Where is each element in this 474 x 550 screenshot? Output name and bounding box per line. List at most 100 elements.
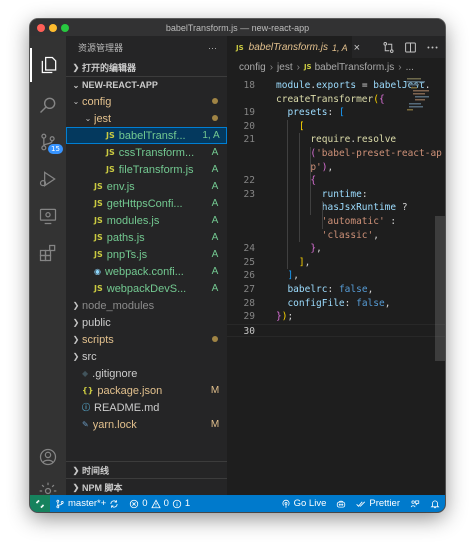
explorer-header: 资源管理器 ··· [66,36,227,59]
tree-file[interactable]: JS modules.js A [66,212,227,229]
code-token: require [310,134,351,146]
tree-folder[interactable]: ❯ node_modules [66,297,227,314]
code-text: 'automatic' : [276,215,396,229]
remote-indicator[interactable] [30,495,50,512]
code-editor[interactable]: 18 module.exports = babelJest. createTrans… [227,76,445,486]
tree-folder[interactable]: ⌄ config [66,93,227,110]
tree-file[interactable]: JS webpackDevS... A [66,280,227,297]
tree-file[interactable]: JS pnpTs.js A [66,246,227,263]
zoom-window-button[interactable] [61,24,69,32]
tree-folder[interactable]: ❯ scripts [66,331,227,348]
source-control-icon[interactable]: 15 [30,125,66,159]
code-line: 29}); [227,310,445,324]
code-token: : [327,284,339,295]
code-text: ], [276,269,298,283]
tab-close-icon[interactable]: × [354,42,360,54]
tree-item-label: babelTransf... [118,129,186,142]
close-window-button[interactable] [37,24,45,32]
line-number: 25 [243,256,255,268]
prettier-indicator[interactable]: Prettier [351,498,405,509]
branch-indicator[interactable]: master*+ [50,498,124,509]
tree-folder[interactable]: ❯ public [66,314,227,331]
code-token: presets [287,107,328,119]
editor-actions [382,36,439,58]
tab-filename: babelTransform.js [248,42,328,53]
breadcrumb-item[interactable]: config [239,62,266,73]
tree-item-label: paths.js [106,231,145,244]
tab-babeltransform[interactable]: JS babelTransform.js 1, A × [227,36,360,58]
js-file-icon: JS [94,250,103,259]
timeline-section[interactable]: ❯ 时间线 [66,461,227,479]
info-icon [172,499,182,508]
tab-status: 1, A [331,42,348,53]
tree-file[interactable]: {} package.json M [66,382,227,399]
npm-scripts-section[interactable]: ❯ NPM 脚本 [66,478,227,496]
search-icon[interactable] [30,88,66,122]
code-token: 'babel-preset-react-ap [316,148,442,159]
code-token: , [373,229,379,241]
code-token: , [384,297,391,309]
breadcrumb-item[interactable]: babelTransform.js [315,62,395,73]
explorer-title: 资源管理器 [78,43,124,53]
extensions-icon[interactable] [30,236,66,270]
tree-file[interactable]: JS fileTransform.js A [66,161,227,178]
split-editor-icon[interactable] [404,41,417,54]
sync-icon[interactable] [109,499,119,509]
tree-item-label: webpackDevS... [106,282,187,295]
code-token: hasJsxRuntime [321,202,397,214]
code-token: createTransformer [276,93,374,105]
yarn-icon: ✎ [82,420,89,429]
code-text: }); [276,310,293,324]
warning-count: 0 [163,498,169,509]
line-number: 18 [243,80,255,91]
vertical-scrollbar[interactable] [435,216,445,361]
tree-file[interactable]: JS getHttpsConfi... A [66,195,227,212]
tree-file[interactable]: JS paths.js A [66,229,227,246]
tree-file[interactable]: JS env.js A [66,178,227,195]
breadcrumb-item[interactable]: ... [406,62,414,73]
code-text: [ [276,120,305,134]
run-debug-icon[interactable] [30,162,66,196]
tree-folder[interactable]: ⌄ jest [66,110,227,127]
feedback-button[interactable] [405,499,425,509]
problems-indicator[interactable]: 0 0 1 [124,498,195,509]
go-live-button[interactable]: Go Live [276,498,332,509]
webpack-icon: ◉ [94,267,101,276]
copilot-indicator[interactable] [331,499,351,509]
tree-file[interactable]: ◉ webpack.confi... A [66,263,227,280]
git-status-badge: A [211,181,219,192]
activity-bar: 15 [30,36,66,500]
code-token: ; [287,311,294,323]
minimize-window-button[interactable] [49,24,57,32]
line-number: 27 [243,284,255,295]
chevron-down-icon: ⌄ [84,114,92,123]
git-status-badge: M [210,385,220,396]
open-editors-section[interactable]: ❯ 打开的编辑器 [66,59,227,76]
account-icon[interactable] [30,440,66,474]
tree-folder[interactable]: ❯ src [66,348,227,365]
tree-file[interactable]: ◆ .gitignore [66,365,227,382]
breadcrumb-item[interactable]: jest [277,62,293,73]
remote-explorer-icon[interactable] [30,199,66,233]
project-section[interactable]: ⌄ NEW-REACT-APP [66,76,227,93]
line-number: 19 [243,107,255,119]
line-number: 20 [243,120,255,132]
more-actions-icon[interactable] [426,41,439,54]
open-changes-icon[interactable] [382,41,395,54]
tree-file[interactable]: ✎ yarn.lock M [66,416,227,433]
explorer-icon[interactable] [30,48,66,82]
tree-file[interactable]: JS babelTransf... 1, A [66,127,227,144]
notifications-button[interactable] [425,499,445,509]
minimap[interactable] [407,76,431,136]
code-token: resolve [356,134,397,146]
code-text: p'), [276,161,333,175]
git-status-badge: A [211,215,219,226]
tree-file[interactable]: ⓘ README.md [66,399,227,416]
broadcast-icon [282,499,290,508]
tree-file[interactable]: JS cssTransform... A [66,144,227,161]
js-file-icon: JS [236,43,244,52]
explorer-more-button[interactable]: ··· [208,43,217,53]
